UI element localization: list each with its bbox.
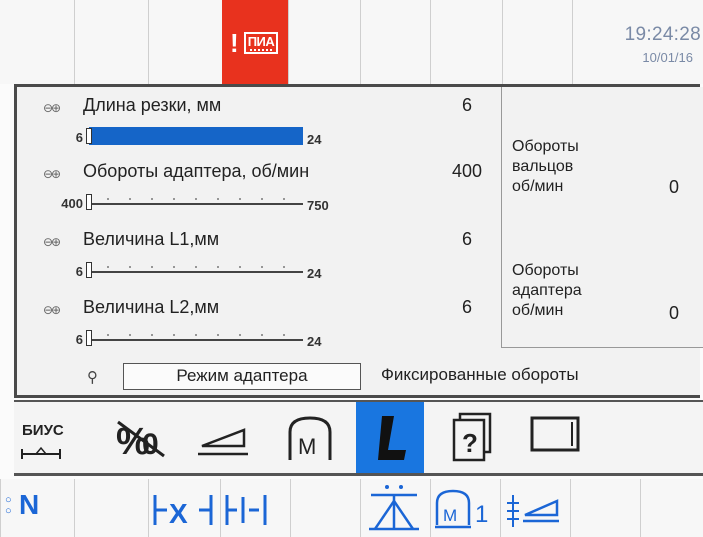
reverse-feed-icon: X — [153, 495, 213, 529]
adapter-rpm-label: Обороты адаптера об/мин — [512, 262, 582, 319]
slider-max: 750 — [307, 198, 329, 213]
neutral-n-icon: ○ ○ — [5, 494, 12, 517]
wedge-button[interactable] — [184, 402, 266, 473]
lift-icon — [369, 485, 419, 531]
screen-icon — [530, 416, 580, 452]
help-button[interactable]: ? — [434, 402, 512, 473]
bottom-bar: ○ ○ N X M 1 — [0, 479, 703, 537]
screen-button[interactable] — [514, 402, 594, 473]
svg-text:M: M — [298, 434, 316, 459]
wedge-icon — [198, 428, 248, 456]
slider-min: 400 — [61, 196, 83, 211]
status-cell — [288, 0, 360, 84]
neutral-label: N — [19, 489, 40, 520]
adapter-mode-status: Фиксированные обороты — [381, 365, 579, 384]
slider-min: 6 — [75, 130, 83, 145]
slider-max: 24 — [307, 132, 322, 147]
clock-cell: 19:24:28 10/01/16 — [572, 0, 703, 84]
biys-button[interactable]: БИУС — [14, 402, 102, 473]
knife-icon — [378, 416, 406, 460]
param-value: 6 — [461, 297, 472, 317]
param-label: Величина L1,мм — [83, 229, 220, 249]
status-cell — [148, 0, 222, 84]
biys-icon — [21, 446, 61, 459]
header-m1-icon: M — [435, 489, 471, 529]
clock-date: 10/01/16 — [642, 50, 693, 65]
slider-max: 24 — [307, 266, 322, 281]
svg-text:X: X — [169, 498, 188, 529]
alarm-indicator[interactable]: ! ПИА — [222, 0, 288, 84]
param-label: Величина L2,мм — [83, 297, 220, 317]
adjust-icon: ⊖⊕ — [43, 303, 61, 317]
bottom-cell — [640, 479, 703, 537]
param-adapter-rpm[interactable]: ⊖⊕ Обороты адаптера, об/мин 400 400 750 — [17, 155, 501, 223]
forward-feed-icon — [225, 495, 267, 525]
alarm-warning-icon: ! — [230, 28, 239, 58]
param-l2[interactable]: ⊖⊕ Величина L2,мм 6 6 24 — [17, 291, 501, 359]
param-label: Длина резки, мм — [83, 95, 222, 115]
param-l1[interactable]: ⊖⊕ Величина L1,мм 6 6 24 — [17, 223, 501, 291]
slider-handle[interactable] — [86, 330, 92, 346]
status-cell — [74, 0, 148, 84]
neutral-button[interactable]: ○ ○ N — [0, 479, 74, 537]
param-value: 400 — [451, 161, 483, 181]
alarm-label: ПИА — [244, 32, 278, 54]
parameters-panel: ⊖⊕ Длина резки, мм 6 6 24 ⊖⊕ Обороты ада… — [14, 84, 703, 398]
slider-ticks — [97, 197, 297, 201]
forward-feed-button[interactable] — [220, 479, 290, 537]
param-cut-length[interactable]: ⊖⊕ Длина резки, мм 6 6 24 — [17, 89, 501, 157]
adjust-icon: ⊖⊕ — [43, 167, 61, 181]
readouts-panel: Обороты вальцов об/мин 0 Обороты адаптер… — [501, 87, 703, 348]
reverse-feed-button[interactable]: X — [148, 479, 220, 537]
main-toolbar: БИУС % 0 M ? — [14, 400, 703, 476]
slider-track[interactable] — [89, 271, 303, 273]
param-label: Обороты адаптера, об/мин — [83, 161, 310, 181]
bottom-cell — [290, 479, 360, 537]
slider-track[interactable] — [89, 203, 303, 205]
header-m1-button[interactable]: M 1 — [430, 479, 500, 537]
adjust-icon: ⊖⊕ — [43, 235, 61, 249]
header-m-icon: M — [288, 416, 332, 460]
status-cell — [502, 0, 572, 84]
no-counter-icon: % 0 — [116, 420, 165, 463]
slider-ticks — [97, 333, 297, 337]
svg-text:?: ? — [462, 428, 478, 458]
roller-rpm-label: Обороты вальцов об/мин — [512, 138, 579, 195]
slider-track[interactable] — [89, 339, 303, 341]
adapter-rpm-value: 0 — [668, 303, 679, 323]
header-button[interactable]: M — [266, 402, 354, 473]
slider-max: 24 — [307, 334, 322, 349]
slider-ticks — [97, 265, 297, 269]
adjust-icon: ⊖⊕ — [43, 101, 61, 115]
help-book-icon: ? — [452, 412, 492, 462]
wedge-adjust-icon — [507, 495, 559, 527]
wedge-adjust-button[interactable] — [500, 479, 570, 537]
bottom-cell — [74, 479, 148, 537]
knife-button[interactable] — [356, 402, 424, 473]
slider-fill — [89, 127, 303, 145]
clock-time: 19:24:28 — [624, 24, 701, 45]
slider-min: 6 — [75, 264, 83, 279]
param-value: 6 — [461, 95, 472, 115]
slider-min: 6 — [75, 332, 83, 347]
lift-button[interactable] — [360, 479, 430, 537]
roller-rpm-value: 0 — [668, 177, 679, 197]
no-counter-button[interactable]: % 0 — [102, 402, 184, 473]
adapter-mode-icon: ⚲ — [87, 369, 98, 386]
param-value: 6 — [461, 229, 472, 249]
status-cell — [360, 0, 430, 84]
slider-handle[interactable] — [86, 194, 92, 210]
status-bar: ! ПИА 19:24:28 10/01/16 — [0, 0, 703, 84]
bottom-cell — [570, 479, 640, 537]
slider-handle[interactable] — [86, 128, 92, 144]
slider-handle[interactable] — [86, 262, 92, 278]
svg-text:M: M — [443, 506, 457, 525]
adapter-mode-button[interactable]: Режим адаптера — [123, 363, 361, 390]
status-cell — [430, 0, 502, 84]
header-m1-sub: 1 — [475, 501, 489, 528]
